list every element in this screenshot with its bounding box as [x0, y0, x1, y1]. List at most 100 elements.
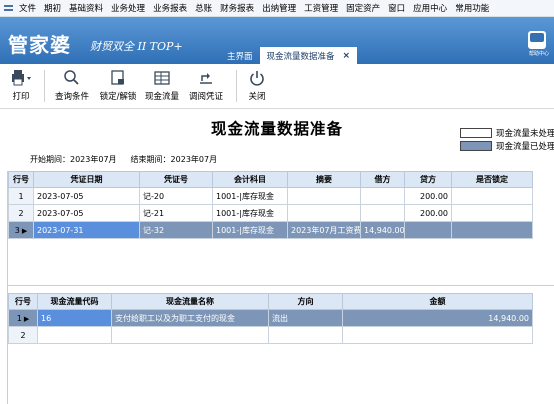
cell-account[interactable]: 1001-|库存现金 — [212, 221, 288, 239]
cell-date[interactable]: 2023-07-05 — [33, 204, 140, 222]
period-info: 开始期间：2023年07月 结束期间：2023年07月 — [30, 154, 217, 165]
print-button[interactable]: 打印 — [6, 67, 36, 102]
query-button[interactable]: 查询条件 — [54, 67, 90, 102]
brand-subtitle: 财贸双全 II TOP+ — [90, 40, 183, 53]
voucher-icon — [200, 73, 212, 84]
cell-voucher[interactable]: 记-20 — [139, 187, 213, 205]
col-voucher-date[interactable]: 凭证日期 — [33, 171, 140, 188]
menu-item-common[interactable]: 常用功能 — [455, 2, 489, 14]
cell-date[interactable]: 2023-07-05 — [33, 187, 140, 205]
tab-main-label: 主界面 — [227, 51, 253, 62]
row-number: 3 — [14, 225, 20, 235]
brand-logo: 管家婆 — [8, 33, 71, 57]
current-row-arrow-icon: ▶ — [21, 226, 28, 235]
row-number: 2 — [8, 204, 34, 222]
print-label: 打印 — [12, 92, 30, 102]
tab-cashflow-prep[interactable]: 现金流量数据准备 × — [259, 47, 358, 64]
current-row-arrow-icon: ▶ — [23, 314, 30, 323]
table-row-selected[interactable]: 1 ▶ 16 支付给职工以及为职工支付的现金 流出 14,940.00 — [8, 309, 533, 327]
cell-amount[interactable]: 14,940.00 — [342, 309, 533, 327]
col-credit[interactable]: 贷方 — [404, 171, 452, 188]
tab-main[interactable]: 主界面 — [220, 47, 260, 64]
cell-locked[interactable] — [451, 221, 533, 239]
table-row[interactable]: 2 — [8, 326, 533, 344]
row-number-cell: 1 ▶ — [8, 309, 38, 327]
cell-summary[interactable] — [287, 204, 361, 222]
close-button[interactable]: 关闭 — [244, 67, 270, 102]
cell-voucher[interactable]: 记-32 — [139, 221, 213, 239]
menu-item-fixed-assets[interactable]: 固定资产 — [346, 2, 380, 14]
col-debit[interactable]: 借方 — [360, 171, 405, 188]
cell-voucher[interactable]: 记-21 — [139, 204, 213, 222]
cell-credit[interactable]: 200.00 — [404, 204, 452, 222]
menu-item-opening[interactable]: 期初 — [44, 2, 61, 14]
menu-item-app-center[interactable]: 应用中心 — [413, 2, 447, 14]
lock-label: 锁定/解锁 — [99, 92, 137, 102]
cashflow-grid-area: 行号 现金流量代码 现金流量名称 方向 金额 1 ▶ 16 支付给职工以及为职工支… — [8, 293, 554, 404]
adjust-voucher-label: 调阅凭证 — [188, 92, 223, 102]
cashflow-button[interactable]: 现金流量 — [144, 67, 180, 102]
cell-locked[interactable] — [451, 204, 533, 222]
cell-debit[interactable] — [360, 204, 405, 222]
power-icon — [250, 71, 264, 86]
query-label: 查询条件 — [54, 92, 89, 102]
cell-credit[interactable] — [404, 221, 452, 239]
cashflow-table: 行号 现金流量代码 现金流量名称 方向 金额 1 ▶ 16 支付给职工以及为职工支… — [8, 293, 533, 344]
cell-direction[interactable] — [268, 326, 343, 344]
menu-item-financial-report[interactable]: 财务报表 — [220, 2, 254, 14]
cell-direction[interactable]: 流出 — [268, 309, 343, 327]
menu-item-cashier[interactable]: 出纳管理 — [262, 2, 296, 14]
menu-item-business[interactable]: 业务处理 — [111, 2, 145, 14]
cell-cashflow-name[interactable] — [111, 326, 269, 344]
col-row-no[interactable]: 行号 — [8, 293, 38, 310]
start-period-label: 开始期间： — [30, 155, 70, 164]
legend-label-unprocessed: 现金流量未处理 — [496, 129, 554, 139]
table-row[interactable]: 1 2023-07-05 记-20 1001-|库存现金 200.00 — [8, 187, 533, 205]
table-row-selected[interactable]: 3 ▶ 2023-07-31 记-32 1001-|库存现金 2023年07月工资… — [8, 221, 533, 239]
voucher-grid-area: 行号 凭证日期 凭证号 会计科目 摘要 借方 贷方 是否锁定 1 2023-07… — [8, 171, 554, 286]
cell-account[interactable]: 1001-|库存现金 — [212, 204, 288, 222]
cell-account[interactable]: 1001-|库存现金 — [212, 187, 288, 205]
cell-cashflow-code[interactable]: 16 — [37, 309, 112, 327]
help-center-icon[interactable] — [528, 31, 546, 49]
menu-item-payroll[interactable]: 工资管理 — [304, 2, 338, 14]
adjust-voucher-button[interactable]: 调阅凭证 — [186, 67, 226, 102]
menu-item-basic-data[interactable]: 基础资料 — [69, 2, 103, 14]
start-period-value: 2023年07月 — [70, 155, 117, 164]
cell-cashflow-name[interactable]: 支付给职工以及为职工支付的现金 — [111, 309, 269, 327]
col-locked[interactable]: 是否锁定 — [451, 171, 533, 188]
cell-debit[interactable] — [360, 187, 405, 205]
col-voucher-no[interactable]: 凭证号 — [139, 171, 213, 188]
cell-credit[interactable]: 200.00 — [404, 187, 452, 205]
col-cashflow-code[interactable]: 现金流量代码 — [37, 293, 112, 310]
toolbar-separator — [44, 70, 45, 102]
close-icon[interactable]: × — [343, 51, 351, 61]
cell-summary[interactable] — [287, 187, 361, 205]
col-direction[interactable]: 方向 — [268, 293, 343, 310]
menu-item-general-ledger[interactable]: 总账 — [195, 2, 212, 14]
toolbar: 打印 查询条件 锁定/解锁 现金流量 调阅凭证 关闭 — [0, 64, 554, 109]
legend-swatch-processed — [460, 141, 492, 151]
table-row[interactable]: 2 2023-07-05 记-21 1001-|库存现金 200.00 — [8, 204, 533, 222]
cell-date[interactable]: 2023-07-31 — [33, 221, 140, 239]
menu-item-file[interactable]: 文件 — [19, 2, 36, 14]
cell-summary[interactable]: 2023年07月工资费用 — [287, 221, 361, 239]
cell-cashflow-code[interactable] — [37, 326, 112, 344]
voucher-table: 行号 凭证日期 凭证号 会计科目 摘要 借方 贷方 是否锁定 1 2023-07… — [8, 171, 533, 239]
col-amount[interactable]: 金额 — [342, 293, 533, 310]
col-summary[interactable]: 摘要 — [287, 171, 361, 188]
legend-processed: 现金流量已处理 — [460, 140, 554, 152]
cell-debit[interactable]: 14,940.00 — [360, 221, 405, 239]
col-account[interactable]: 会计科目 — [212, 171, 288, 188]
col-row-no[interactable]: 行号 — [8, 171, 34, 188]
lock-button[interactable]: 锁定/解锁 — [96, 67, 140, 102]
cell-amount[interactable] — [342, 326, 533, 344]
cell-locked[interactable] — [451, 187, 533, 205]
menu-item-business-report[interactable]: 业务报表 — [153, 2, 187, 14]
lock-icon — [111, 70, 124, 85]
menu-item-window[interactable]: 窗口 — [388, 2, 405, 14]
toolbar-separator — [236, 70, 237, 102]
col-cashflow-name[interactable]: 现金流量名称 — [111, 293, 269, 310]
row-number: 2 — [8, 326, 38, 344]
menu-icon[interactable] — [4, 4, 13, 12]
